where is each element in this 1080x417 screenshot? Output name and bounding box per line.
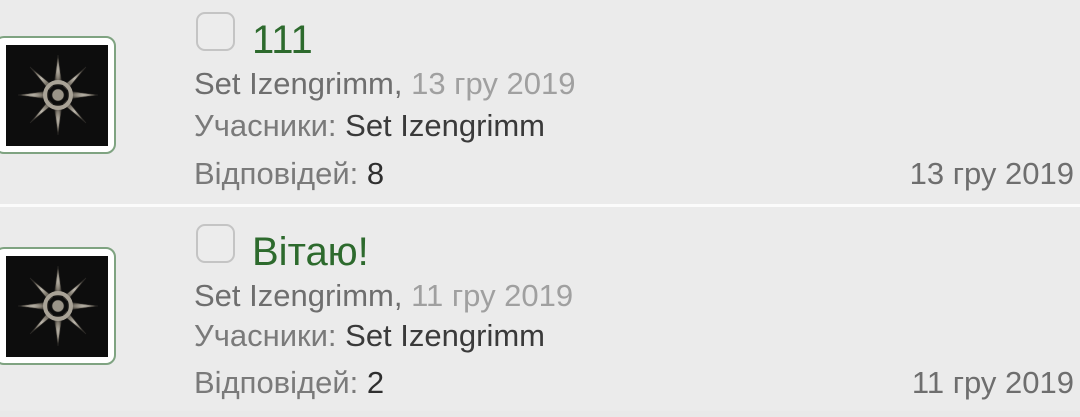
participant-name[interactable]: Set Izengrimm <box>345 318 545 353</box>
thread-select-checkbox[interactable] <box>196 224 235 263</box>
participants-label: Учасники: <box>194 318 337 353</box>
thread-start-date: 13 гру 2019 <box>411 66 576 101</box>
thread-title[interactable]: Вітаю! <box>252 228 369 276</box>
thread-replies: Відповідей: 8 <box>194 156 384 192</box>
replies-label: Відповідей: <box>194 156 359 191</box>
chaos-star-icon <box>6 256 108 357</box>
last-post-date[interactable]: 11 гру 2019 <box>912 365 1074 401</box>
thread-list: 111 Set Izengrimm, 13 гру 2019 Учасники:… <box>0 0 1080 417</box>
thread-author[interactable]: Set Izengrimm <box>194 66 394 101</box>
participants-label: Учасники: <box>194 108 337 143</box>
thread-meta: Set Izengrimm, 13 гру 2019 <box>194 66 575 102</box>
thread-row[interactable]: 111 Set Izengrimm, 13 гру 2019 Учасники:… <box>0 0 1080 204</box>
thread-start-date: 11 гру 2019 <box>411 278 574 313</box>
replies-count: 2 <box>366 365 385 400</box>
avatar[interactable] <box>0 247 116 365</box>
participant-name[interactable]: Set Izengrimm <box>345 108 545 143</box>
meta-separator: , <box>393 278 412 313</box>
thread-participants: Учасники: Set Izengrimm <box>194 108 545 144</box>
last-post-date[interactable]: 13 гру 2019 <box>910 156 1074 192</box>
thread-row[interactable]: Вітаю! Set Izengrimm, 11 гру 2019 Учасни… <box>0 207 1080 411</box>
thread-title[interactable]: 111 <box>252 16 313 64</box>
thread-meta: Set Izengrimm, 11 гру 2019 <box>194 278 573 314</box>
meta-separator: , <box>393 66 412 101</box>
avatar[interactable] <box>0 36 116 154</box>
replies-count: 8 <box>366 156 385 191</box>
replies-label: Відповідей: <box>194 365 359 400</box>
thread-participants: Учасники: Set Izengrimm <box>194 318 545 354</box>
chaos-star-icon <box>6 45 108 146</box>
thread-replies: Відповідей: 2 <box>194 365 384 401</box>
thread-select-checkbox[interactable] <box>196 12 235 51</box>
thread-author[interactable]: Set Izengrimm <box>194 278 394 313</box>
